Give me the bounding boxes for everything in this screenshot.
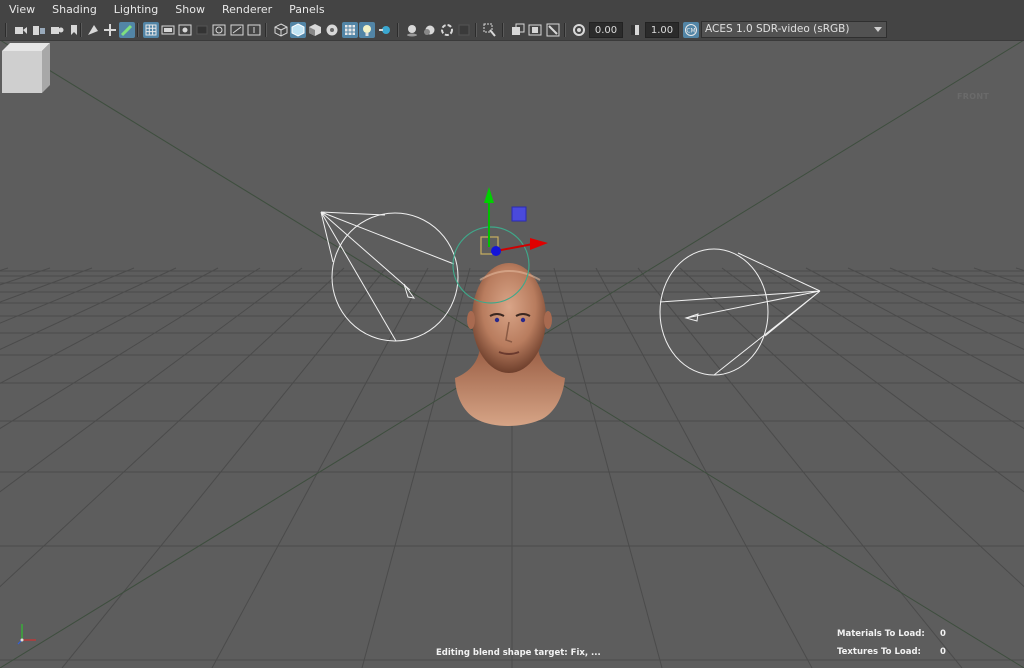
screen-space-ao-icon[interactable] — [377, 22, 393, 38]
smooth-shade-icon[interactable] — [290, 22, 306, 38]
head-model — [455, 263, 565, 426]
hardware-fog-icon[interactable] — [456, 22, 472, 38]
grid-icon[interactable] — [143, 22, 159, 38]
chevron-down-icon — [874, 27, 882, 32]
color-management-icon[interactable]: CM — [683, 22, 699, 38]
shadows-icon[interactable] — [359, 22, 375, 38]
isolate-select-icon[interactable] — [482, 22, 498, 38]
textured-icon[interactable] — [324, 22, 340, 38]
2d-pan-zoom-icon[interactable] — [85, 22, 101, 38]
hud-materials-label: Materials To Load: — [837, 629, 925, 639]
spot-light-right — [659, 248, 821, 376]
hud-materials-value: 0 — [940, 629, 946, 639]
xray-joints-icon[interactable] — [545, 22, 561, 38]
use-all-lights-icon[interactable] — [342, 22, 358, 38]
menu-lighting[interactable]: Lighting — [105, 0, 166, 20]
2d-pan-icon[interactable] — [102, 22, 118, 38]
safe-action-icon[interactable] — [229, 22, 245, 38]
gate-mask-icon[interactable] — [194, 22, 210, 38]
multisample-aa-icon[interactable] — [421, 22, 437, 38]
menu-panels[interactable]: Panels — [280, 0, 332, 20]
gamma-icon[interactable] — [627, 22, 643, 38]
xray-icon[interactable] — [510, 22, 526, 38]
gamma-field[interactable]: 1.00 — [645, 22, 679, 38]
panel-menubar: View Shading Lighting Show Renderer Pane… — [0, 0, 1024, 20]
camera-select-icon[interactable] — [13, 22, 29, 38]
toolbar-separator — [475, 23, 477, 37]
viewport-3d[interactable]: FRONT — [0, 41, 1024, 668]
axis-indicator-icon — [17, 624, 36, 645]
menu-show[interactable]: Show — [166, 0, 213, 20]
safe-title-icon[interactable] — [246, 22, 262, 38]
wireframe-icon[interactable] — [273, 22, 289, 38]
menu-shading[interactable]: Shading — [43, 0, 105, 20]
menu-renderer[interactable]: Renderer — [213, 0, 280, 20]
depth-of-field-icon[interactable] — [439, 22, 455, 38]
viewcube-face-label[interactable]: FRONT — [957, 92, 989, 101]
hud-status-message: Editing blend shape target: Fix, ... — [436, 648, 601, 658]
svg-text:CM: CM — [686, 28, 695, 35]
view-transform-dropdown[interactable]: ACES 1.0 SDR-video (sRGB) — [701, 21, 887, 38]
menu-view[interactable]: View — [0, 0, 43, 20]
toolbar-separator — [137, 23, 139, 37]
camera-attributes-icon[interactable] — [31, 22, 47, 38]
view-transform-label: ACES 1.0 SDR-video (sRGB) — [705, 23, 850, 35]
toolbar-separator — [564, 23, 566, 37]
toolbar-separator — [80, 23, 82, 37]
toolbar-separator — [5, 23, 7, 37]
viewcube-icon[interactable] — [0, 41, 52, 95]
hud-textures-label: Textures To Load: — [837, 647, 921, 657]
motion-blur-icon[interactable] — [404, 22, 420, 38]
toolbar-separator — [265, 23, 267, 37]
resolution-gate-icon[interactable] — [177, 22, 193, 38]
exposure-icon[interactable] — [571, 22, 587, 38]
default-material-icon[interactable] — [307, 22, 323, 38]
viewport-scene — [0, 41, 1024, 668]
grease-pencil-icon[interactable] — [119, 22, 135, 38]
toolbar-separator — [502, 23, 504, 37]
bookmark-icon[interactable] — [49, 22, 65, 38]
toolbar-separator — [397, 23, 399, 37]
hud-textures-value: 0 — [940, 647, 946, 657]
field-chart-icon[interactable] — [211, 22, 227, 38]
film-gate-icon[interactable] — [160, 22, 176, 38]
exposure-field[interactable]: 0.00 — [589, 22, 623, 38]
xray-active-components-icon[interactable] — [527, 22, 543, 38]
